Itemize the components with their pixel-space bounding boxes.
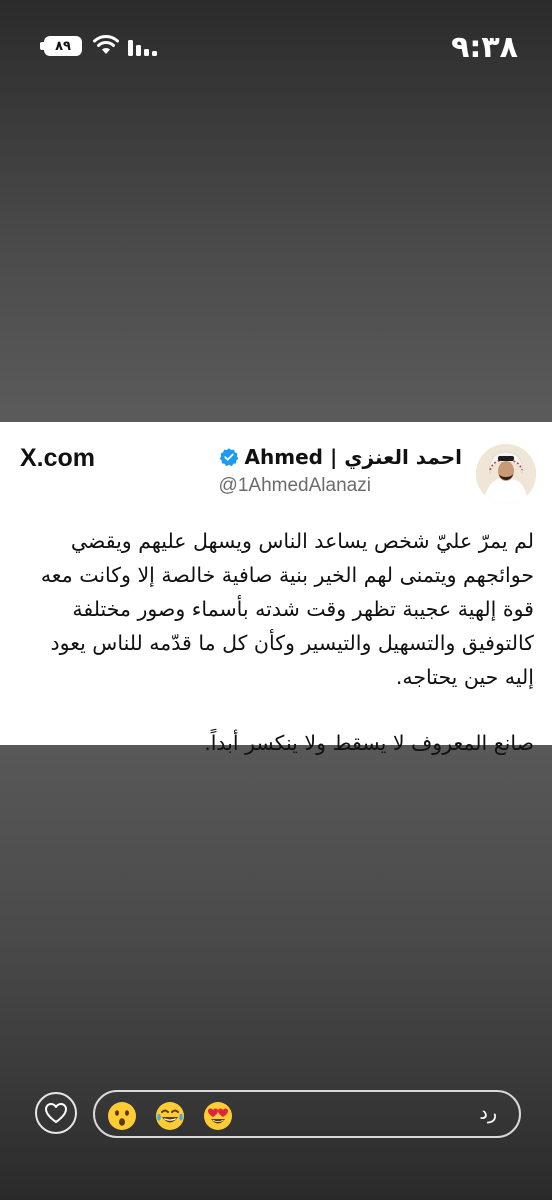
avatar-image — [476, 444, 536, 504]
wifi-icon — [93, 35, 119, 54]
tweet-body: لم يمرّ عليّ شخص يساعد الناس ويسهل عليهم… — [18, 524, 534, 760]
tweet-paragraph-2: صانع المعروف لا يسقط ولا ينكسر أبداً. — [204, 731, 534, 755]
author-name-row: احمد العنزي | Ahmed — [219, 445, 462, 469]
reply-bar: رد — [0, 1085, 552, 1145]
tweet-paragraph-1: لم يمرّ عليّ شخص يساعد الناس ويسهل عليهم… — [40, 529, 534, 689]
laughing-tears-face-icon[interactable] — [155, 1101, 185, 1131]
battery-icon: ٨٩ — [44, 36, 82, 56]
verified-badge-icon — [219, 448, 238, 467]
heart-eyes-face-icon[interactable] — [203, 1101, 233, 1131]
reply-input[interactable]: رد — [93, 1090, 521, 1138]
status-bar: ٩:٣٨ ٨٩ — [0, 0, 552, 90]
status-time: ٩:٣٨ — [451, 30, 518, 65]
heart-icon — [45, 1103, 67, 1123]
like-button[interactable] — [35, 1092, 77, 1134]
tweet-card[interactable]: X.com احمد العنزي | Ahmed @1AhmedAlanazi… — [0, 422, 552, 755]
x-brand-text: X.com — [20, 444, 96, 472]
reply-placeholder: رد — [479, 1102, 497, 1124]
x-brand-label: X.com — [20, 444, 95, 473]
author-handle: @1AhmedAlanazi — [218, 475, 371, 496]
author-avatar[interactable] — [476, 444, 536, 504]
surprised-face-icon[interactable] — [107, 1101, 137, 1131]
cellular-signal-icon — [128, 40, 157, 56]
author-name: احمد العنزي | Ahmed — [244, 445, 462, 469]
author-block: احمد العنزي | Ahmed @1AhmedAlanazi — [219, 445, 462, 497]
